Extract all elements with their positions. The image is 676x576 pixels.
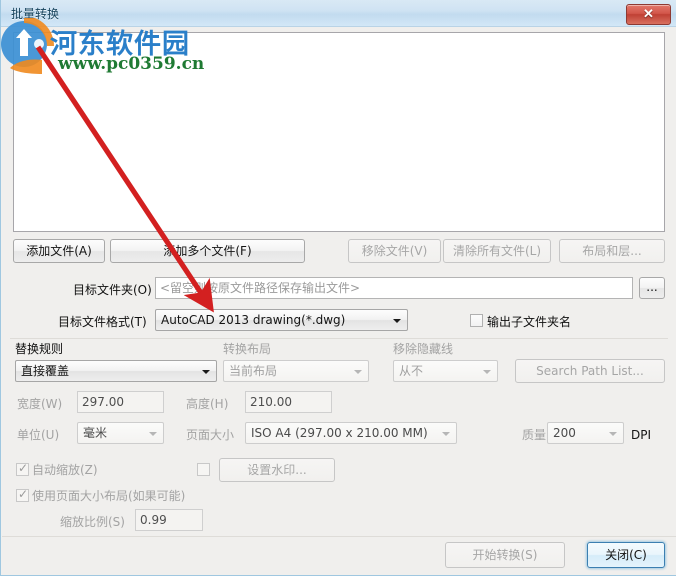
start-convert-button[interactable]: 开始转换(S) — [445, 542, 565, 568]
title-bar: 批量转换 ✕ — [1, 0, 676, 27]
check-icon: ✓ — [18, 461, 29, 475]
convert-layout-label: 转换布局 — [223, 342, 272, 356]
check-icon: ✓ — [18, 487, 29, 501]
batch-convert-dialog: 批量转换 ✕ 添加文件(A) 添加多个文件(F) 移除文件(V) 清除所有文件(… — [0, 0, 676, 576]
replace-rule-label: 替换规则 — [15, 342, 64, 356]
section-divider — [10, 338, 668, 339]
page-size-label: 页面大小 — [186, 428, 235, 442]
replace-rule-value: 直接覆盖 — [21, 364, 70, 378]
target-format-value: AutoCAD 2013 drawing(*.dwg) — [161, 313, 346, 327]
chevron-down-icon — [149, 432, 157, 436]
target-folder-input[interactable]: <留空则按原文件路径保存输出文件> — [155, 277, 633, 299]
use-page-layout-checkbox[interactable]: ✓ — [16, 487, 29, 502]
scale-ratio-label: 缩放比例(S) — [60, 515, 125, 529]
add-multiple-files-button[interactable]: 添加多个文件(F) — [110, 239, 305, 263]
remove-file-button[interactable]: 移除文件(V) — [348, 239, 441, 263]
height-input[interactable]: 210.00 — [245, 391, 332, 413]
file-list[interactable] — [13, 32, 665, 232]
chevron-down-icon — [354, 370, 362, 374]
layout-and-layer-button[interactable]: 布局和层... — [559, 239, 665, 263]
scale-ratio-input[interactable]: 0.99 — [135, 509, 203, 531]
remove-hidden-lines-combo[interactable]: 从不 — [393, 360, 498, 382]
use-page-layout-label: 使用页面大小布局(如果可能) — [32, 489, 186, 503]
convert-layout-combo[interactable]: 当前布局 — [223, 360, 369, 382]
set-watermark-button[interactable]: 设置水印... — [219, 458, 335, 482]
footer-divider — [2, 536, 676, 537]
screenshot-root: 批量转换 ✕ 添加文件(A) 添加多个文件(F) 移除文件(V) 清除所有文件(… — [0, 0, 676, 576]
add-file-button[interactable]: 添加文件(A) — [13, 239, 105, 263]
output-subfolder-label: 输出子文件夹名 — [487, 315, 572, 329]
width-label: 宽度(W) — [17, 397, 63, 411]
browse-folder-button[interactable]: ... — [639, 277, 665, 299]
auto-scale-checkbox[interactable]: ✓ — [16, 461, 29, 476]
clear-all-files-button[interactable]: 清除所有文件(L) — [443, 239, 551, 263]
dialog-client-area: 添加文件(A) 添加多个文件(F) 移除文件(V) 清除所有文件(L) 布局和层… — [2, 27, 676, 575]
replace-rule-combo[interactable]: 直接覆盖 — [15, 360, 217, 382]
width-input[interactable]: 297.00 — [77, 391, 164, 413]
close-icon: ✕ — [643, 7, 654, 22]
convert-layout-value: 当前布局 — [229, 364, 278, 378]
target-format-label: 目标文件格式(T) — [58, 315, 147, 329]
close-dialog-button[interactable]: 关闭(C) — [587, 542, 665, 568]
remove-hidden-lines-value: 从不 — [399, 364, 424, 378]
watermark-checkbox[interactable] — [197, 463, 210, 476]
quality-unit-label: DPI — [631, 428, 652, 442]
window-title: 批量转换 — [11, 7, 60, 21]
height-label: 高度(H) — [186, 397, 229, 411]
output-subfolder-checkbox[interactable] — [470, 314, 483, 327]
search-path-list-button[interactable]: Search Path List... — [515, 359, 665, 383]
quality-label: 质量 — [522, 428, 547, 442]
target-folder-label: 目标文件夹(O) — [73, 283, 152, 297]
unit-label: 单位(U) — [17, 428, 60, 442]
unit-combo[interactable]: 毫米 — [77, 422, 164, 444]
chevron-down-icon — [393, 319, 401, 323]
quality-value: 200 — [553, 426, 576, 440]
close-button[interactable]: ✕ — [626, 4, 671, 25]
chevron-down-icon — [609, 432, 617, 436]
target-format-combo[interactable]: AutoCAD 2013 drawing(*.dwg) — [155, 309, 408, 331]
chevron-down-icon — [442, 432, 450, 436]
page-size-combo[interactable]: ISO A4 (297.00 x 210.00 MM) — [245, 422, 457, 444]
remove-hidden-lines-label: 移除隐藏线 — [393, 342, 454, 356]
quality-combo[interactable]: 200 — [547, 422, 624, 444]
chevron-down-icon — [483, 370, 491, 374]
chevron-down-icon — [202, 370, 210, 374]
unit-value: 毫米 — [83, 426, 108, 440]
page-size-value: ISO A4 (297.00 x 210.00 MM) — [251, 426, 428, 440]
auto-scale-label: 自动缩放(Z) — [32, 463, 98, 477]
